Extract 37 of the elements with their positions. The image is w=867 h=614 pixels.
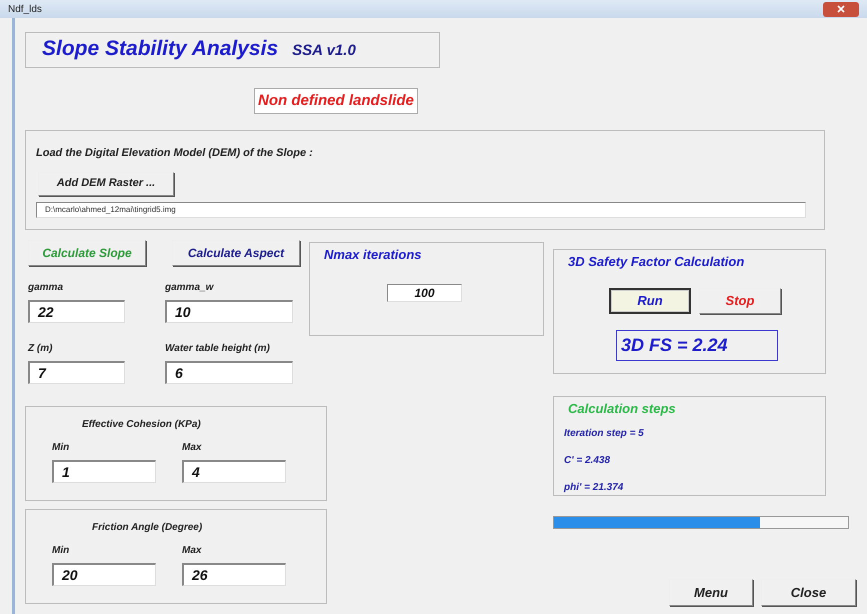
app-title: Slope Stability Analysis [42, 36, 278, 62]
range-label: Max [182, 544, 202, 558]
range-title: Effective Cohesion (KPa) [82, 418, 202, 432]
parameter-label: Z (m) [28, 342, 54, 356]
parameter-field[interactable]: 7 [28, 361, 125, 384]
app-version: SSA v1.0 [292, 41, 356, 61]
status-label: Non defined landslide [254, 88, 418, 114]
fs-result: 3D FS = 2.24 [616, 330, 778, 361]
add-dem-button[interactable]: Add DEM Raster ... [38, 172, 174, 196]
dem-path-field[interactable]: D:\mcarlo\ahmed_12mai\tingrid5.img [36, 202, 806, 218]
calculate-button[interactable]: Calculate Aspect [172, 240, 300, 266]
run-button[interactable]: Run [609, 288, 691, 314]
step-line: Iteration step = 5 [564, 427, 645, 441]
close-button[interactable] [823, 2, 859, 16]
range-field[interactable]: 26 [182, 563, 286, 586]
close-dialog-button[interactable]: Close [761, 579, 856, 606]
nmax-field[interactable]: 100 [387, 284, 462, 302]
window-title: Ndf_lds [8, 2, 42, 16]
parameter-label: gamma_w [165, 281, 215, 295]
parameter-field[interactable]: 6 [165, 361, 293, 384]
range-label: Max [182, 441, 202, 455]
menu-button[interactable]: Menu [669, 579, 753, 606]
range-label: Min [52, 544, 70, 558]
range-label: Min [52, 441, 70, 455]
step-line: C' = 2.438 [564, 454, 612, 468]
stop-button[interactable]: Stop [699, 288, 781, 314]
step-line: phi' = 21.374 [564, 481, 624, 495]
range-title: Friction Angle (Degree) [92, 521, 204, 535]
parameter-label: Water table height (m) [165, 342, 271, 356]
range-field[interactable]: 4 [182, 460, 286, 483]
parameter-field[interactable]: 22 [28, 300, 125, 323]
dem-prompt: Load the Digital Elevation Model (DEM) of the Slope : [36, 146, 314, 161]
range-field[interactable]: 20 [52, 563, 156, 586]
close-icon [837, 5, 845, 13]
range-field[interactable]: 1 [52, 460, 156, 483]
parameter-label: gamma [28, 281, 64, 295]
parameter-field[interactable]: 10 [165, 300, 293, 323]
